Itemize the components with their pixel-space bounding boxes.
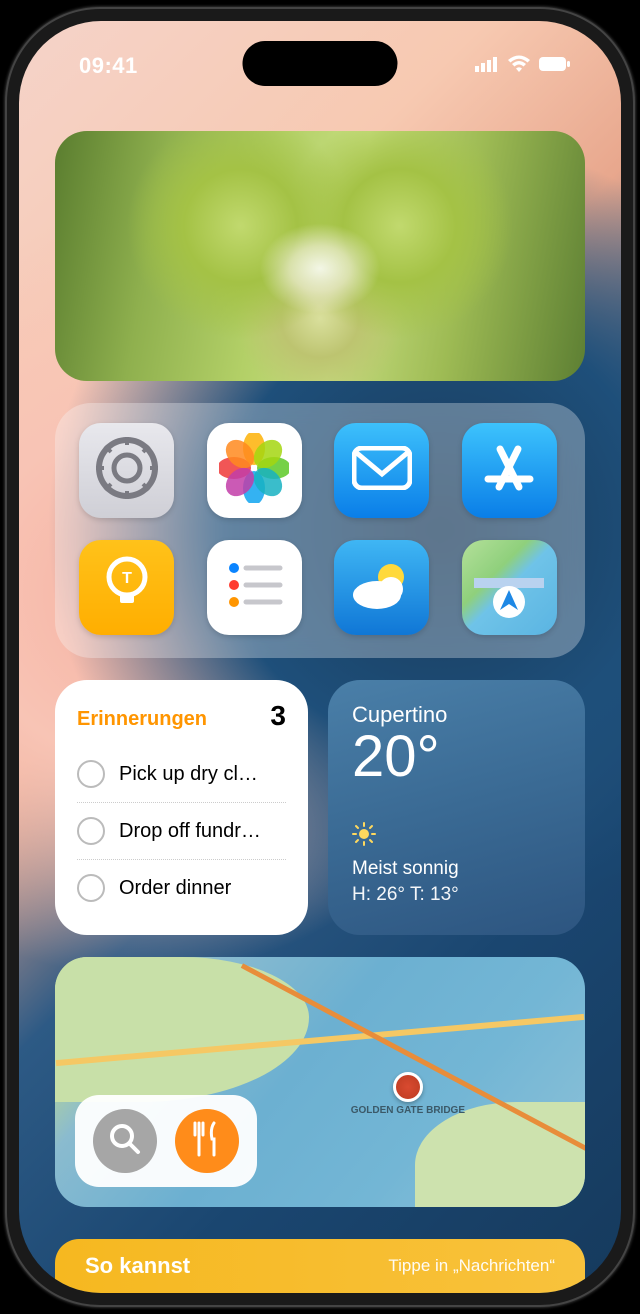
battery-icon — [539, 56, 571, 77]
checkbox-icon[interactable] — [77, 817, 105, 845]
poi-text: GOLDEN GATE BRIDGE — [351, 1105, 465, 1116]
dynamic-island[interactable] — [243, 41, 398, 86]
photos-widget[interactable] — [55, 131, 585, 381]
reminder-text: Drop off fundr… — [119, 820, 261, 843]
weather-widget[interactable]: Cupertino 20° Meist sonnig H: 26° T: 13° — [328, 680, 585, 935]
phone-frame: 09:41 — [5, 7, 635, 1307]
reminders-widget[interactable]: Erinnerungen 3 Pick up dry cl… Drop off … — [55, 680, 308, 935]
search-icon — [108, 1122, 142, 1161]
gear-icon — [94, 435, 160, 506]
tips-banner[interactable]: So kannst Tippe in „Nachrichten“ — [55, 1239, 585, 1293]
app-photos[interactable] — [207, 423, 302, 518]
appstore-icon — [480, 439, 538, 502]
reminder-item[interactable]: Drop off fundr… — [77, 803, 286, 860]
mail-icon — [352, 446, 412, 495]
home-screen: 09:41 — [19, 21, 621, 1293]
sun-icon — [352, 822, 561, 852]
status-time: 09:41 — [79, 53, 138, 79]
fork-knife-icon — [192, 1121, 222, 1162]
app-tips[interactable]: T — [79, 540, 174, 635]
cellular-icon — [475, 56, 499, 77]
reminders-icon — [222, 558, 286, 617]
reminder-text: Order dinner — [119, 877, 231, 900]
reminder-item[interactable]: Pick up dry cl… — [77, 746, 286, 803]
maps-widget[interactable]: GOLDEN GATE BRIDGE — [55, 957, 585, 1207]
banner-title: So kannst — [85, 1253, 388, 1279]
app-weather[interactable] — [334, 540, 429, 635]
map-poi-label[interactable]: GOLDEN GATE BRIDGE — [351, 1072, 465, 1116]
checkbox-icon[interactable] — [77, 874, 105, 902]
map-search-button[interactable] — [93, 1109, 157, 1173]
checkbox-icon[interactable] — [77, 760, 105, 788]
banner-subtitle: Tippe in „Nachrichten“ — [388, 1256, 555, 1276]
reminder-text: Pick up dry cl… — [119, 763, 258, 786]
weather-icon — [347, 557, 417, 618]
weather-high-low: H: 26° T: 13° — [352, 884, 561, 906]
maps-icon — [474, 550, 544, 625]
svg-text:T: T — [122, 570, 132, 587]
reminders-title: Erinnerungen — [77, 708, 207, 731]
app-appstore[interactable] — [462, 423, 557, 518]
wifi-icon — [507, 55, 531, 78]
lightbulb-icon: T — [102, 555, 152, 620]
reminder-item[interactable]: Order dinner — [77, 860, 286, 916]
maps-controls — [75, 1095, 257, 1187]
weather-condition: Meist sonnig — [352, 858, 561, 880]
map-food-button[interactable] — [175, 1109, 239, 1173]
map-terrain — [415, 1102, 585, 1207]
weather-temperature: 20° — [352, 728, 561, 786]
app-mail[interactable] — [334, 423, 429, 518]
photos-flower-icon — [219, 433, 289, 508]
map-pin-icon — [393, 1072, 423, 1102]
app-settings[interactable] — [79, 423, 174, 518]
app-folder-widget[interactable]: T — [55, 403, 585, 658]
reminders-count: 3 — [270, 700, 286, 732]
app-reminders[interactable] — [207, 540, 302, 635]
app-maps[interactable] — [462, 540, 557, 635]
